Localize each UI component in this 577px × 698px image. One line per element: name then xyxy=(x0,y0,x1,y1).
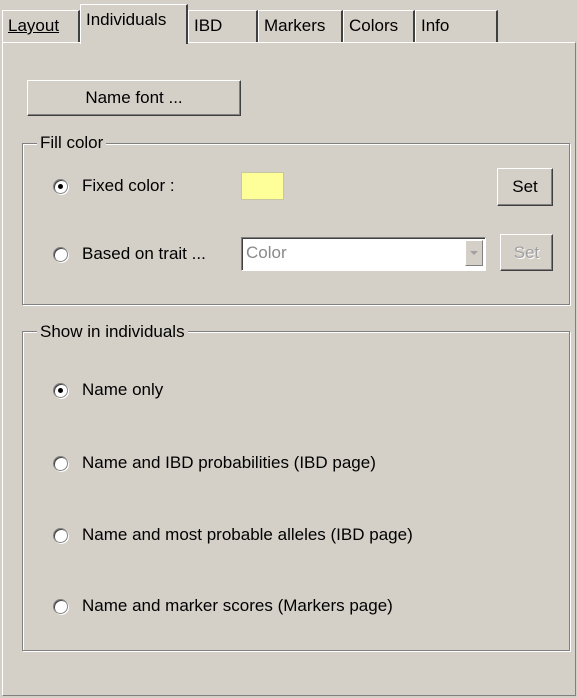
show-in-individuals-legend: Show in individuals xyxy=(37,322,188,342)
show-marker-scores-radio[interactable] xyxy=(53,598,68,614)
tab-info[interactable]: Info xyxy=(415,10,498,42)
fixed-color-swatch[interactable] xyxy=(241,172,284,200)
show-probable-alleles-label: Name and most probable alleles (IBD page… xyxy=(82,525,413,544)
tab-layout-label: Layout xyxy=(8,16,60,35)
show-name-only-radio[interactable] xyxy=(53,382,68,398)
show-ibd-probabilities-radio[interactable] xyxy=(53,455,68,471)
show-ibd-probabilities-label: Name and IBD probabilities (IBD page) xyxy=(82,453,376,472)
tab-strip: Layout Individuals IBD Markers Colors In… xyxy=(0,0,577,44)
show-marker-scores-label: Name and marker scores (Markers page) xyxy=(82,596,393,615)
tab-markers[interactable]: Markers xyxy=(258,10,343,42)
show-marker-scores-option[interactable]: Name and marker scores (Markers page) xyxy=(53,595,393,617)
tab-layout[interactable]: Layout xyxy=(2,10,80,42)
tab-markers-label: Markers xyxy=(264,16,326,35)
tab-individuals-label: Individuals xyxy=(86,10,167,29)
show-probable-alleles-option[interactable]: Name and most probable alleles (IBD page… xyxy=(53,524,413,546)
tab-colors[interactable]: Colors xyxy=(343,10,415,42)
tab-info-label: Info xyxy=(421,16,450,35)
trait-select[interactable]: Color xyxy=(241,237,486,271)
fill-color-legend: Fill color xyxy=(37,133,107,153)
based-on-trait-radio[interactable] xyxy=(53,246,68,262)
show-probable-alleles-radio[interactable] xyxy=(53,527,68,543)
fixed-color-radio[interactable] xyxy=(53,178,68,194)
fill-color-group xyxy=(22,143,570,305)
tab-individuals[interactable]: Individuals xyxy=(80,4,188,44)
trait-select-value: Color xyxy=(246,243,287,262)
fixed-color-label: Fixed color : xyxy=(82,176,175,195)
show-name-only-label: Name only xyxy=(82,380,164,399)
tab-ibd[interactable]: IBD xyxy=(188,10,258,42)
chevron-down-icon[interactable] xyxy=(465,240,483,266)
based-on-trait-label: Based on trait ... xyxy=(82,244,206,263)
name-font-button[interactable]: Name font ... xyxy=(27,80,241,116)
trait-set-button[interactable]: Set xyxy=(500,234,553,271)
tab-colors-label: Colors xyxy=(349,16,399,35)
tab-ibd-label: IBD xyxy=(194,16,223,35)
fixed-color-set-button[interactable]: Set xyxy=(497,168,553,206)
show-name-only-option[interactable]: Name only xyxy=(53,379,163,401)
show-ibd-probabilities-option[interactable]: Name and IBD probabilities (IBD page) xyxy=(53,452,376,474)
based-on-trait-option[interactable]: Based on trait ... xyxy=(53,243,206,265)
fixed-color-option[interactable]: Fixed color : xyxy=(53,175,175,197)
